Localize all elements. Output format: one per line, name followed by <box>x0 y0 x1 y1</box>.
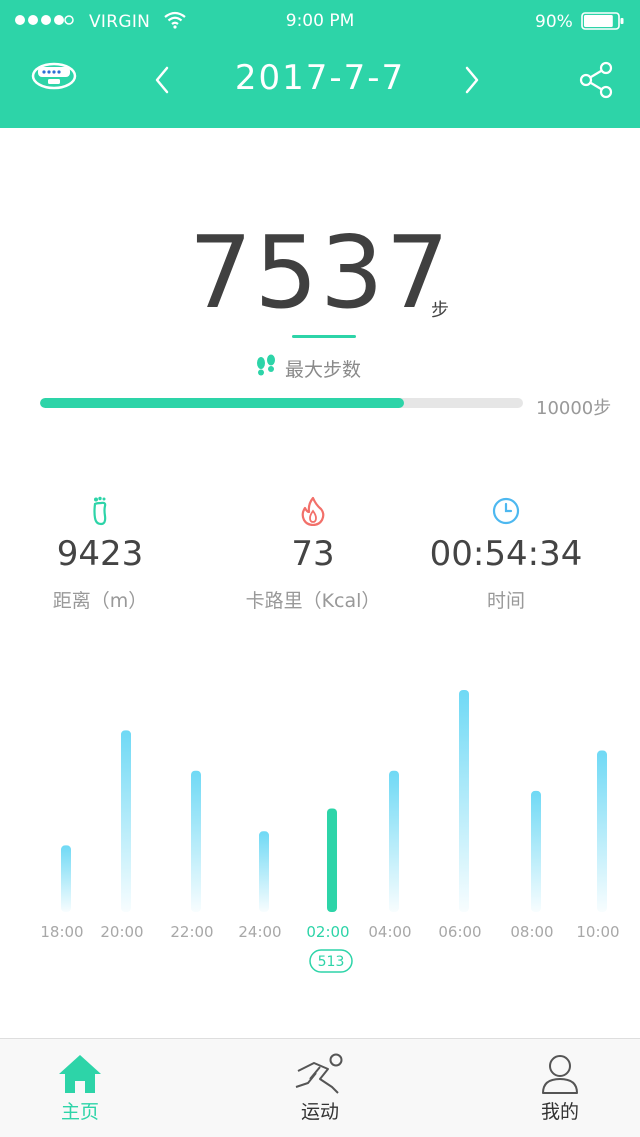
chart-x-label: 18:00 <box>40 923 83 941</box>
battery-percent: 90% <box>535 12 573 32</box>
tab-home[interactable]: 主页 <box>0 1039 160 1137</box>
battery-icon <box>581 12 624 30</box>
chart-bar[interactable] <box>121 730 131 912</box>
step-progress-fill <box>40 398 405 408</box>
calories-label: 卡路里（Kcal） <box>245 590 381 612</box>
stat-calories: 73 卡路里（Kcal） <box>213 496 413 613</box>
tab-profile-label: 我的 <box>540 1101 579 1123</box>
tab-home-label: 主页 <box>60 1101 99 1123</box>
home-icon <box>59 1055 101 1093</box>
stat-distance: 9423 距离（m） <box>0 496 200 613</box>
max-steps-label: 最大步数 <box>285 359 362 381</box>
clock-icon <box>492 497 520 525</box>
chart-x-label: 06:00 <box>438 923 481 941</box>
chart-bar[interactable] <box>61 845 71 912</box>
selected-value-label: 513 <box>318 954 345 970</box>
chart-x-label: 02:00 <box>306 923 349 941</box>
step-progress-bar <box>40 398 523 408</box>
date-title[interactable]: 2017-7-7 <box>0 58 640 98</box>
chart-x-label: 08:00 <box>510 923 553 941</box>
stat-time: 00:54:34 时间 <box>406 496 606 613</box>
distance-value: 9423 <box>56 534 144 574</box>
tab-sport-label: 运动 <box>300 1101 339 1123</box>
person-icon <box>542 1055 578 1094</box>
chart-bar[interactable] <box>389 770 399 912</box>
chevron-right-icon[interactable] <box>462 65 482 95</box>
app-header: VIRGIN 9:00 PM 90% 2017-7-7 <box>0 0 640 128</box>
chart-x-label: 04:00 <box>368 923 411 941</box>
time-value: 00:54:34 <box>429 534 583 574</box>
chart-bar-selected[interactable] <box>327 808 337 912</box>
flame-icon <box>301 496 325 526</box>
chart-x-label: 24:00 <box>238 923 281 941</box>
share-icon[interactable] <box>576 61 616 99</box>
chart-x-label: 20:00 <box>100 923 143 941</box>
chart-x-label: 22:00 <box>170 923 213 941</box>
distance-label: 距离（m） <box>52 590 148 612</box>
chart-bar[interactable] <box>459 690 469 912</box>
chart-bar[interactable] <box>259 831 269 912</box>
calories-value: 73 <box>291 534 335 574</box>
tab-profile[interactable]: 我的 <box>480 1039 640 1137</box>
tab-sport[interactable]: 运动 <box>240 1039 400 1137</box>
status-bar: VIRGIN 9:00 PM 90% <box>0 0 640 40</box>
chart-x-label: 10:00 <box>576 923 619 941</box>
step-underline <box>292 335 356 338</box>
footprint-icon <box>93 496 107 526</box>
runner-icon <box>295 1053 343 1094</box>
chart-bar[interactable] <box>531 790 541 912</box>
chart-bar[interactable] <box>191 770 201 912</box>
steps-bar-chart: 18:00 20:00 22:00 24:00 02:00 04:00 06:00 08:00… <box>40 690 620 973</box>
bottom-tab-bar: 主页 运动 我的 <box>0 1038 640 1137</box>
chart-bar[interactable] <box>597 750 607 912</box>
step-unit: 步 <box>431 300 449 321</box>
time-label: 时间 <box>486 590 525 612</box>
footprints-icon <box>257 354 275 376</box>
goal-label: 10000步 <box>536 398 612 419</box>
step-count: 7537 <box>188 214 452 331</box>
